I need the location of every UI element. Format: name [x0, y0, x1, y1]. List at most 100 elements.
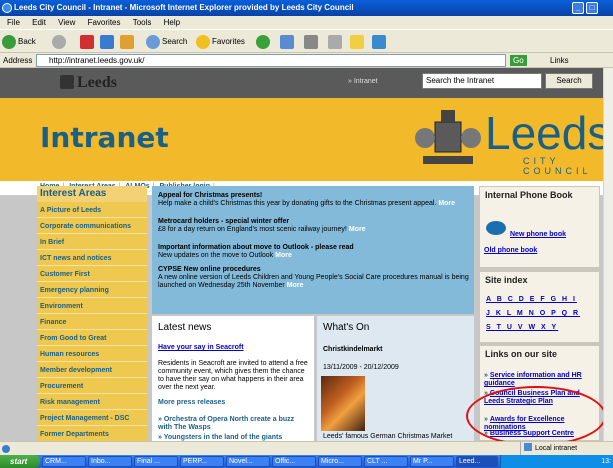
stop-icon [80, 34, 94, 49]
taskbar-item[interactable]: Inbo... [88, 456, 132, 467]
links-heading: Links on our site [485, 349, 558, 359]
ie-icon [2, 3, 12, 13]
more-link[interactable]: More [349, 226, 366, 233]
back-arrow-icon [2, 34, 16, 49]
home-button[interactable] [120, 34, 136, 50]
address-input[interactable]: http://intranet.leeds.gov.uk/ [36, 54, 506, 67]
taskbar-item[interactable]: Micro... [318, 456, 362, 467]
intranet-zone-icon [524, 443, 532, 451]
site-index-row[interactable]: A B C D E F G H I [486, 296, 577, 303]
history-button[interactable] [280, 34, 296, 50]
page-status-icon [2, 445, 10, 453]
links-button[interactable]: Links [550, 53, 569, 68]
minimize-button[interactable]: _ [572, 2, 584, 14]
print-icon [328, 34, 342, 49]
breadcrumb-intranet[interactable]: » Intranet [348, 78, 378, 85]
refresh-button[interactable] [100, 34, 116, 50]
search-toolbar-button[interactable]: Search [146, 34, 187, 50]
window-title: Leeds City Council - Intranet - Microsof… [14, 3, 354, 12]
back-button[interactable]: Back [2, 34, 36, 50]
zone-indicator: Local intranet [520, 442, 610, 456]
folder-icon [350, 34, 364, 49]
site-index-row[interactable]: S T U V W X Y [486, 324, 558, 331]
taskbar-item[interactable]: Mr P... [410, 456, 454, 467]
latest-news-heading: Latest news [158, 322, 212, 333]
go-button[interactable]: Go [510, 55, 527, 66]
interest-item[interactable]: ICT news and notices [37, 251, 147, 266]
more-link[interactable]: More [287, 282, 304, 289]
menu-favorites[interactable]: Favorites [88, 18, 121, 27]
announcement-item: Important information about move to Outl… [158, 244, 470, 260]
news-item[interactable]: » Orchestra of Opera North create a buzz… [158, 416, 310, 432]
interest-item[interactable]: From Good to Great [37, 331, 147, 346]
maximize-button[interactable]: □ [586, 2, 598, 14]
search-button[interactable]: Search [545, 73, 593, 89]
announcement-title[interactable]: Appeal for Christmas presents! [158, 192, 470, 200]
phone-icon [486, 221, 506, 235]
menu-tools[interactable]: Tools [133, 18, 152, 27]
messenger-button[interactable] [372, 34, 388, 50]
news-story-link[interactable]: Have your say in Seacroft [158, 344, 244, 351]
christmas-market-image[interactable] [321, 376, 365, 431]
interest-item[interactable]: Former Departments [37, 427, 147, 441]
menu-edit[interactable]: Edit [32, 18, 46, 27]
coat-of-arms-icon [415, 110, 481, 164]
menu-view[interactable]: View [58, 18, 75, 27]
event-title[interactable]: Christkindelmarkt [323, 346, 383, 353]
whats-on-heading: What's On [323, 322, 370, 333]
mail-button[interactable] [304, 34, 320, 50]
interest-item[interactable]: Procurement [37, 379, 147, 394]
announcement-title[interactable]: Important information about move to Outl… [158, 244, 470, 252]
interest-item[interactable]: Finance [37, 315, 147, 330]
taskbar-item[interactable]: CLT ... [364, 456, 408, 467]
search-input[interactable]: Search the Intranet [422, 73, 542, 89]
more-link[interactable]: More [275, 252, 292, 259]
more-press-releases-link[interactable]: More press releases [158, 399, 225, 406]
status-bar: Local intranet [0, 441, 613, 456]
interest-item[interactable]: A Picture of Leeds [37, 203, 147, 218]
interest-item[interactable]: Customer First [37, 267, 147, 282]
forward-button[interactable] [52, 34, 68, 50]
more-link[interactable]: More [438, 200, 455, 207]
stop-button[interactable] [80, 34, 96, 50]
news-item[interactable]: » Youngsters in the land of the giants [158, 434, 310, 441]
interest-item[interactable]: Risk management [37, 395, 147, 410]
site-index-row[interactable]: J K L M N O P Q R [486, 310, 580, 317]
interest-item[interactable]: Member development [37, 363, 147, 378]
news-story-text: Residents in Seacroft are invited to att… [158, 360, 308, 391]
menu-help[interactable]: Help [164, 18, 180, 27]
event-dates: 13/11/2009 - 20/12/2009 [323, 364, 399, 371]
leeds-logo-small[interactable]: Leeds [60, 74, 117, 92]
taskbar-item[interactable]: Final ... [134, 456, 178, 467]
announcement-title[interactable]: Metrocard holders - special winter offer [158, 218, 470, 226]
media-button[interactable] [256, 34, 272, 50]
window-title-bar[interactable]: Leeds City Council - Intranet - Microsof… [0, 0, 613, 16]
taskbar: start CRM... Inbo... Final ... PERP... N… [0, 455, 613, 468]
folder-button[interactable] [350, 34, 366, 50]
old-phone-book-link[interactable]: Old phone book [484, 247, 537, 254]
address-label: Address [3, 56, 33, 65]
interest-item[interactable]: Emergency planning [37, 283, 147, 298]
interest-item[interactable]: Environment [37, 299, 147, 314]
taskbar-item[interactable]: CRM... [42, 456, 86, 467]
interest-item[interactable]: Project Management - DSC [37, 411, 147, 426]
announcement-title[interactable]: CYPSE New online procedures [158, 266, 470, 274]
new-phone-book-link[interactable]: New phone book [510, 231, 566, 238]
taskbar-item-active[interactable]: Leed... [456, 456, 498, 467]
menu-file[interactable]: File [7, 18, 20, 27]
interest-item[interactable]: In Brief [37, 235, 147, 250]
taskbar-item[interactable]: Novel... [226, 456, 270, 467]
tray-clock[interactable]: 13: [601, 458, 611, 465]
menu-bar: File Edit View Favorites Tools Help [0, 16, 613, 29]
interest-item[interactable]: Human resources [37, 347, 147, 362]
announcement-item: Metrocard holders - special winter offer… [158, 218, 470, 234]
vertical-scrollbar[interactable] [603, 68, 613, 441]
taskbar-item[interactable]: Offic... [272, 456, 316, 467]
interest-item[interactable]: Corporate communications [37, 219, 147, 234]
start-button[interactable]: start [0, 455, 40, 468]
whats-on-panel: What's On Christkindelmarkt 13/11/2009 -… [317, 316, 474, 441]
print-button[interactable] [328, 34, 344, 50]
site-index-heading: Site index [485, 275, 528, 285]
taskbar-item[interactable]: PERP... [180, 456, 224, 467]
favorites-button[interactable]: Favorites [196, 34, 245, 50]
